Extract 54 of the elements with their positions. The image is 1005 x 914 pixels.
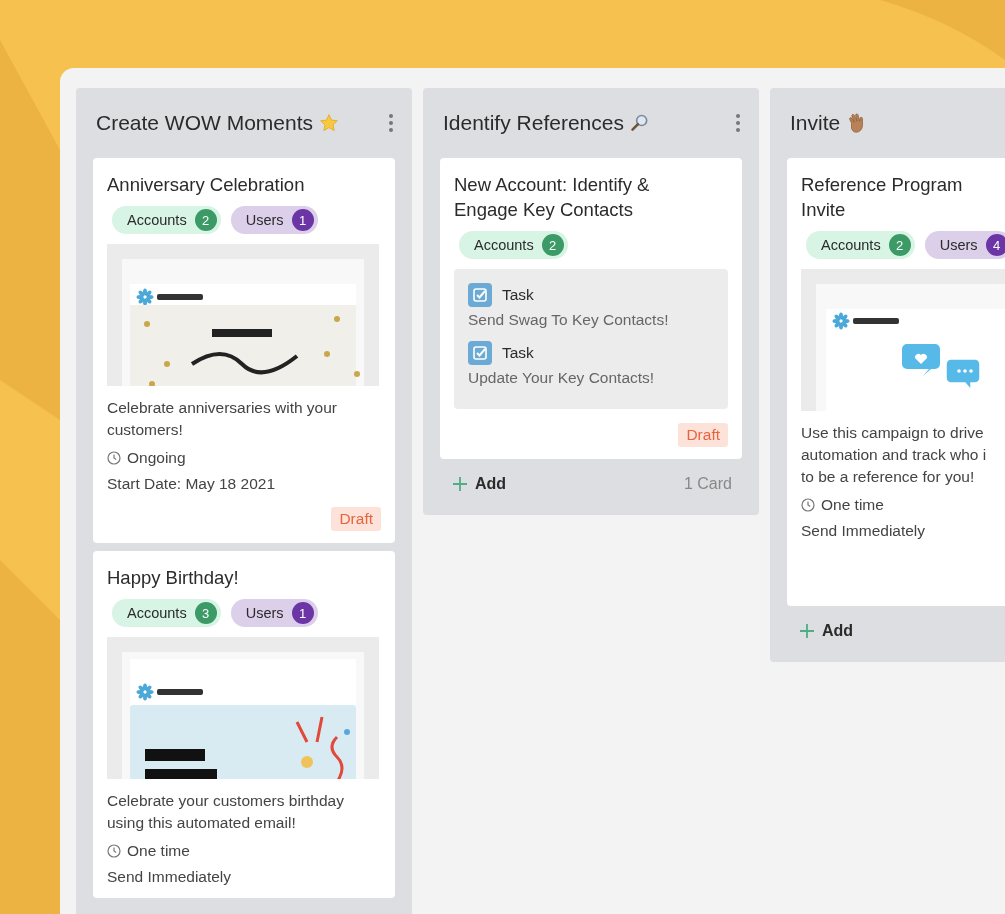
tag-chip[interactable]: Accounts 2 [806,231,915,259]
schedule-text: One time [821,496,884,514]
plus-icon [800,624,814,638]
card-description: Celebrate your customers birthday using this automated email! [107,791,345,833]
card-title: Happy Birthday! [107,566,240,590]
clock-icon [801,498,815,512]
card-title: New Account: Identify & Engage Key Contacts [454,173,651,222]
tag-chip[interactable]: Accounts 2 [112,206,221,234]
status-label: Draft [678,423,728,447]
clock-icon [107,451,121,465]
tag-chip[interactable]: Users 4 [924,231,1005,259]
count-badge: 2 [194,209,217,231]
more-menu-icon[interactable] [388,113,394,133]
schedule-detail: Send Immediately [107,868,233,886]
column-title: Create WOW Moments [96,111,314,135]
column-title: Identify References [443,111,624,135]
card-count: 1 Card [683,475,732,493]
task-checkbox-icon [468,283,492,307]
card-description: Celebrate anniversaries with your customers! [107,398,339,440]
campaign-card[interactable]: New Account: Identify & Engage Key Contacts Accounts 2 Task Send Swag To Key Contacts! Task Update Your Key Contacts! Draft [440,158,742,459]
schedule-text: Ongoing [127,449,186,467]
count-badge: 2 [541,234,564,256]
count-badge: 2 [888,234,911,256]
schedule-detail: Send Immediately [801,522,927,540]
task-text: Send Swag To Key Contacts! [468,311,670,329]
column-title: Invite [790,111,841,135]
plus-icon [453,477,467,491]
count-badge: 3 [194,602,217,624]
more-menu-icon[interactable] [735,113,741,133]
add-card-button[interactable]: Add [453,475,507,493]
count-badge: 4 [985,234,1005,256]
campaign-card[interactable]: Reference Program Invite Accounts 2 Users 4 Use this campaign to drive automation and track who i to be a reference for you! One time Send Immediately [787,158,1005,606]
magnifier-icon [629,113,650,133]
schedule-text: One time [127,842,190,860]
tag-chip[interactable]: Users 1 [230,599,318,627]
card-description: Use this campaign to drive automation and track who i to be a reference for you! [801,423,988,487]
task-checkbox-icon [468,341,492,365]
schedule-detail: Start Date: May 18 2021 [107,475,276,493]
card-title: Anniversary Celebration [107,173,306,197]
tag-chip[interactable]: Users 1 [230,206,318,234]
tag-chip[interactable]: Accounts 3 [112,599,221,627]
add-card-button[interactable]: Add [800,622,854,640]
star-icon [319,113,340,133]
count-badge: 1 [291,602,314,624]
campaign-card[interactable]: Anniversary Celebration Accounts 2 Users 1 Celebrate anniversaries with your customers! Ongoing Start Date: May 18 2021 Draft [93,158,395,543]
task-label: Task [502,286,534,304]
task-text: Update Your Key Contacts! [468,369,656,387]
campaign-card[interactable]: Happy Birthday! Accounts 3 Users 1 Celebrate your customers birthday using this automated email! One time Send Immediately [93,551,395,898]
clock-icon [107,844,121,858]
status-label: Draft [331,507,381,531]
task-label: Task [502,344,534,362]
tag-chip[interactable]: Accounts 2 [459,231,568,259]
card-title: Reference Program Invite [801,173,964,222]
count-badge: 1 [291,209,314,231]
